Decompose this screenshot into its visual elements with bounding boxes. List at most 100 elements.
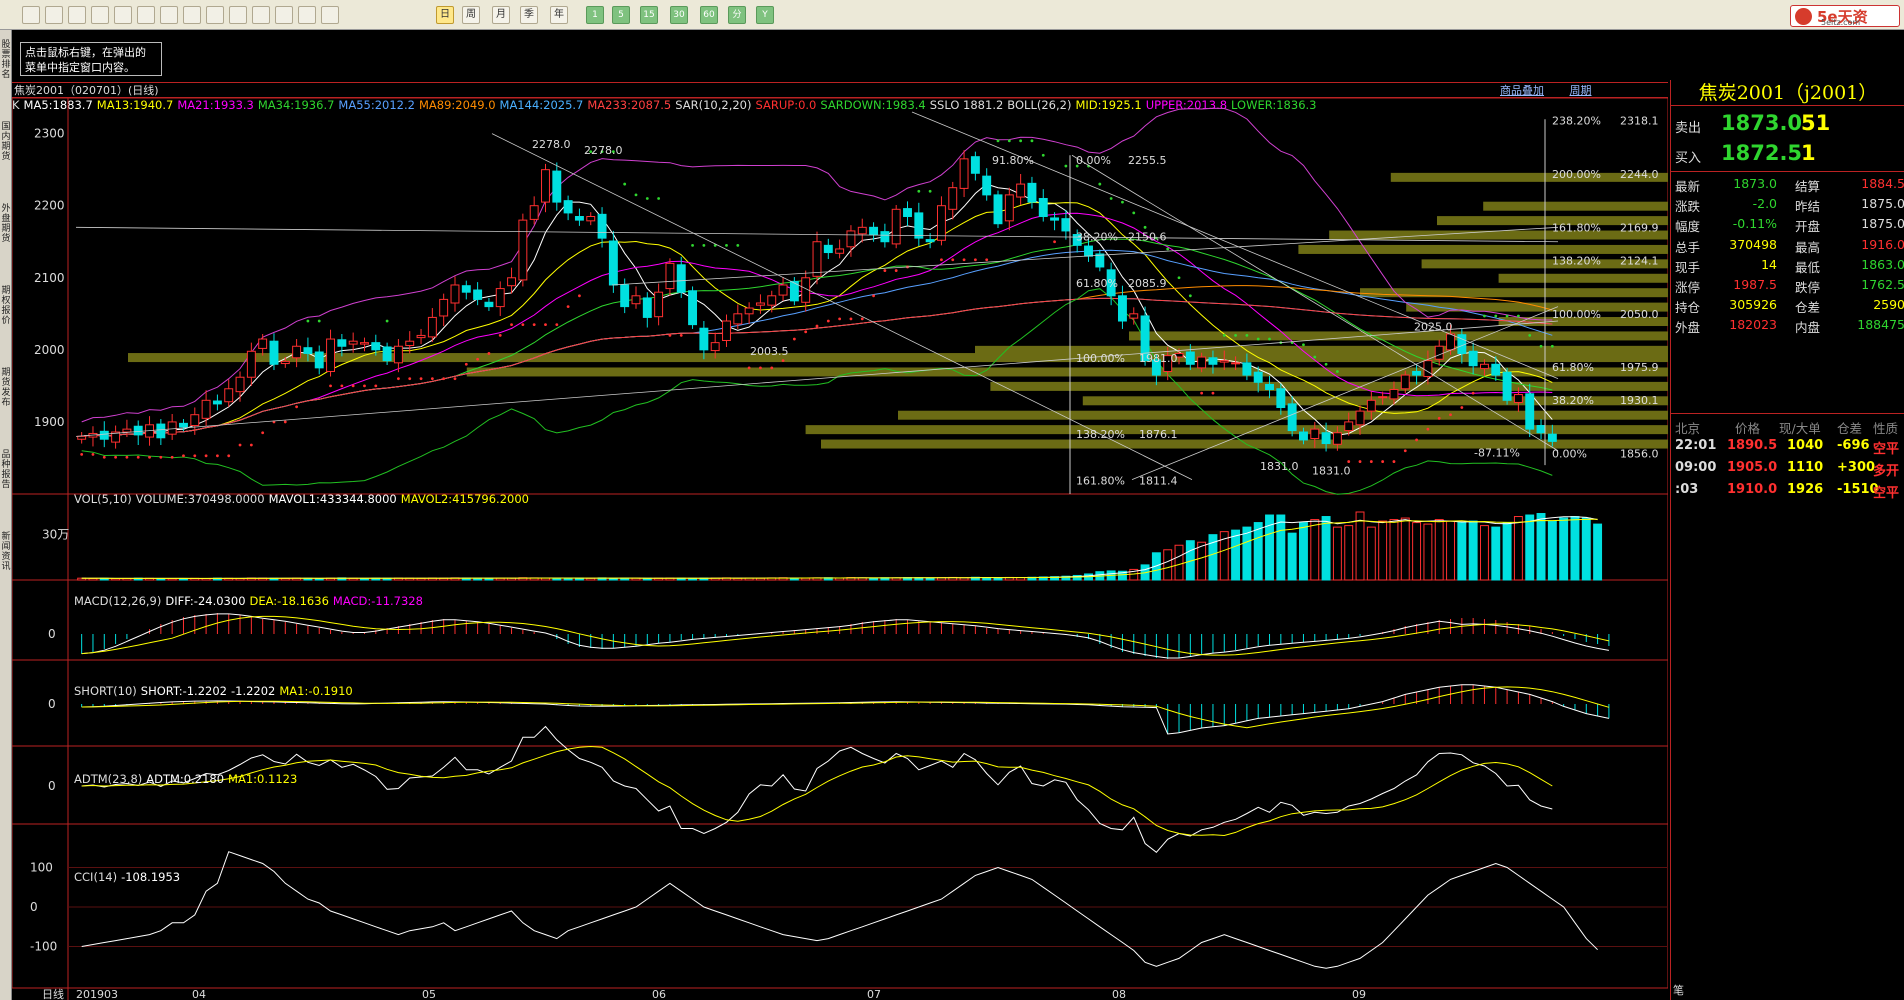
- candle: [541, 169, 550, 203]
- zoom-out-icon[interactable]: [137, 6, 155, 24]
- candle: [1265, 383, 1274, 390]
- period-button-11[interactable]: Y: [756, 6, 774, 24]
- chart-tab-name[interactable]: 焦炭2001（020701）(日线): [12, 82, 159, 98]
- sar-dot: [1064, 164, 1068, 168]
- volume-profile-bar: [1360, 288, 1668, 298]
- window-icon[interactable]: [160, 6, 178, 24]
- tooltip-line-2: 菜单中指定窗口内容。: [25, 61, 135, 74]
- sar-dot: [1392, 460, 1396, 463]
- tick-price: 1905.0: [1727, 460, 1778, 475]
- volume-profile-bar: [1483, 201, 1668, 211]
- period-button-1[interactable]: 周: [462, 6, 480, 24]
- sar-dot: [544, 323, 547, 327]
- news-icon[interactable]: [252, 6, 270, 24]
- fib-right-pct: 100.00%: [1552, 308, 1601, 321]
- candle: [1242, 362, 1252, 376]
- candle: [563, 200, 573, 214]
- period-button-3[interactable]: 季: [520, 6, 538, 24]
- sar-dot: [283, 420, 287, 424]
- refresh-icon[interactable]: [91, 6, 109, 24]
- period-button-4[interactable]: 年: [550, 6, 568, 24]
- report-icon[interactable]: [68, 6, 86, 24]
- period-link[interactable]: 周期: [1570, 84, 1592, 97]
- adtm-label-1: ADTM:0.2180: [146, 772, 225, 786]
- panel-footer[interactable]: 笔: [1673, 982, 1684, 998]
- side-tab-2[interactable]: 外盘期货: [0, 204, 12, 244]
- cci-tick: 100: [30, 861, 53, 875]
- sar-dot: [883, 269, 887, 272]
- candle: [416, 334, 426, 339]
- trend-icon[interactable]: [298, 6, 316, 24]
- period-button-6[interactable]: 5: [612, 6, 630, 24]
- quote-value: 188475: [1857, 317, 1904, 333]
- sar-dot: [1234, 334, 1237, 337]
- volume-bar: [1468, 520, 1478, 581]
- overlay-commodity-link[interactable]: 商品叠加: [1500, 84, 1544, 97]
- sar-dot: [1030, 139, 1034, 143]
- candle: [925, 239, 935, 243]
- draw-icon[interactable]: [183, 6, 201, 24]
- macd-label-3: MACD:-11.7328: [332, 594, 423, 608]
- side-tab-5[interactable]: 品种报告: [0, 450, 12, 490]
- tick-price: 1890.5: [1727, 438, 1778, 453]
- quote-row: 涨停 1987.5 跌停 1762.5: [1675, 275, 1904, 295]
- toolbar: 日周月季年 1 5 15 30 60 分 Y: [0, 0, 1904, 30]
- tick-nature: 空平: [1873, 486, 1900, 501]
- sar-dot: [125, 455, 129, 459]
- annotation-low_a: 2003.5: [750, 345, 789, 358]
- candle: [393, 345, 403, 364]
- sar-dot: [419, 377, 423, 381]
- candle: [1095, 253, 1105, 268]
- candle: [903, 208, 912, 218]
- table-icon[interactable]: [275, 6, 293, 24]
- period-button-10[interactable]: 分: [728, 6, 746, 24]
- candle: [99, 430, 109, 440]
- candle: [122, 428, 132, 433]
- side-tab-0[interactable]: 股票排名: [0, 40, 12, 80]
- candle: [427, 316, 437, 338]
- period-button-5[interactable]: 1: [586, 6, 604, 24]
- sar-dot: [261, 431, 265, 435]
- sar-dot: [238, 443, 242, 447]
- zoom-in-icon[interactable]: [114, 6, 132, 24]
- annotation-fib_top3: 2255.5: [1128, 154, 1167, 167]
- period-button-7[interactable]: 15: [640, 6, 658, 24]
- candle: [507, 277, 517, 287]
- period-button-9[interactable]: 60: [700, 6, 718, 24]
- sar-dot: [1471, 391, 1475, 395]
- side-tab-6[interactable]: 新闻资讯: [0, 532, 12, 572]
- back-icon[interactable]: [45, 6, 63, 24]
- annotation-fib_a: 38.20%: [1076, 230, 1118, 243]
- volume-bar: [1355, 511, 1365, 581]
- sar-dot: [498, 334, 502, 337]
- quote-value: 1762.5: [1861, 276, 1904, 292]
- sar-dot: [1449, 413, 1452, 417]
- kline-icon[interactable]: [321, 6, 339, 24]
- home-icon[interactable]: [22, 6, 40, 24]
- vol-tick: 30万: [42, 528, 69, 542]
- side-tab-1[interactable]: 国内期货: [0, 122, 12, 162]
- period-button-0[interactable]: 日: [436, 6, 454, 24]
- filter-icon[interactable]: [229, 6, 247, 24]
- sar-dot: [1335, 370, 1339, 373]
- volume-bar: [1298, 522, 1308, 581]
- kline-chart[interactable]: 2300 2200 2100 2000 1900 2278.0 2278.0 2003.5 91…: [12, 98, 1668, 1000]
- vol-label-3: MAVOL2:415796.2000: [400, 492, 529, 506]
- sar-dot: [679, 334, 683, 337]
- candle: [1287, 403, 1297, 432]
- color-icon[interactable]: [206, 6, 224, 24]
- tick-row: :03 1910.0 1926 -1510 空平: [1675, 480, 1904, 502]
- side-tab-4[interactable]: 期货发布: [0, 368, 12, 408]
- quote-value: 1884.5: [1861, 176, 1904, 191]
- side-tab-3[interactable]: 期权报价: [0, 286, 12, 326]
- panel-divider: [1671, 171, 1904, 172]
- candle: [699, 327, 709, 351]
- cci-label-0: CCI(14): [74, 870, 118, 884]
- sar-dot: [804, 330, 808, 334]
- sar-dot: [1347, 460, 1351, 463]
- period-button-8[interactable]: 30: [670, 6, 688, 24]
- quote-label: 现手: [1675, 259, 1701, 275]
- volume-bar: [1163, 549, 1173, 581]
- period-button-2[interactable]: 月: [492, 6, 510, 24]
- candle: [1185, 351, 1195, 365]
